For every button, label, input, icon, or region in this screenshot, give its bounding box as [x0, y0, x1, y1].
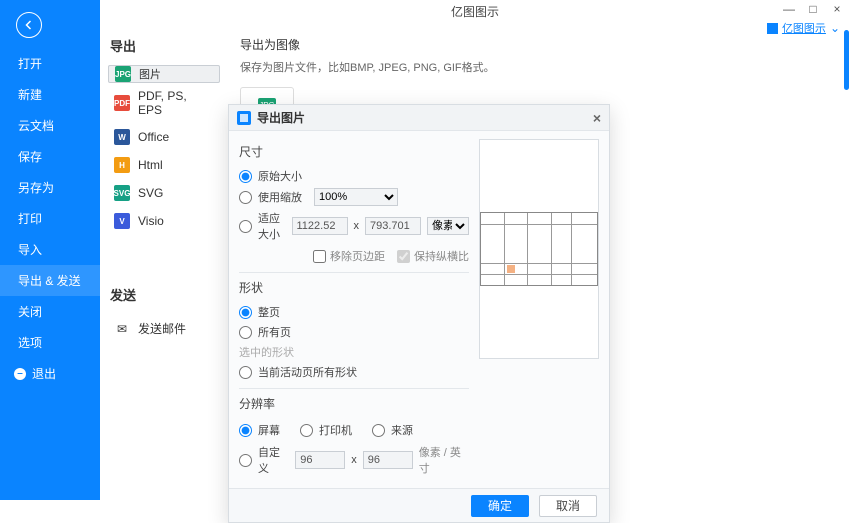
logout-icon: –: [14, 368, 26, 380]
res-unit-label: 像素 / 英寸: [419, 444, 469, 476]
format-item-0[interactable]: JPG 图片: [108, 65, 220, 83]
sidebar-item-6[interactable]: 导入: [0, 234, 100, 265]
scrollbar-indicator[interactable]: [844, 30, 849, 90]
res-source-radio[interactable]: 来源: [372, 420, 413, 440]
dialog-title: 导出图片: [257, 109, 305, 126]
shape-full-label: 整页: [258, 304, 280, 320]
res-source-label: 来源: [391, 422, 413, 438]
size-fit-label: 适应大小: [258, 210, 286, 242]
sidebar: 打开新建云文档保存另存为打印导入导出 & 发送关闭选项 – 退出: [0, 0, 100, 500]
format-item-2[interactable]: W Office: [108, 123, 220, 151]
sidebar-item-1[interactable]: 新建: [0, 79, 100, 110]
format-item-1[interactable]: PDF PDF, PS, EPS: [108, 83, 220, 123]
format-icon: W: [114, 129, 130, 145]
size-section-head: 尺寸: [239, 143, 469, 160]
format-item-4[interactable]: SVG SVG: [108, 179, 220, 207]
preview-thumbnail: [480, 212, 598, 286]
shape-section-head: 形状: [239, 279, 469, 296]
sidebar-item-9[interactable]: 选项: [0, 327, 100, 358]
ok-button[interactable]: 确定: [471, 495, 529, 517]
resolution-section-head: 分辨率: [239, 395, 469, 412]
width-input[interactable]: [292, 217, 348, 235]
format-label: PDF, PS, EPS: [138, 89, 214, 117]
export-image-dialog: 导出图片 × 尺寸 原始大小 使用缩放 100% 适应大小 x 像素 移除页边距…: [228, 104, 610, 523]
x-separator-2: x: [351, 454, 357, 466]
res-printer-radio[interactable]: 打印机: [300, 420, 352, 440]
format-label: 图片: [139, 66, 161, 82]
sidebar-item-7[interactable]: 导出 & 发送: [0, 265, 100, 296]
sidebar-item-0[interactable]: 打开: [0, 48, 100, 79]
format-label: Visio: [138, 214, 164, 228]
export-as-image-head: 导出为图像: [240, 36, 840, 53]
shape-all-radio[interactable]: 所有页: [239, 322, 469, 342]
mail-icon: ✉: [114, 322, 130, 336]
format-icon: JPG: [115, 66, 131, 82]
format-label: SVG: [138, 186, 163, 200]
window-max[interactable]: □: [806, 2, 820, 16]
preview-pane: [479, 139, 599, 359]
res-y-input[interactable]: [363, 451, 413, 469]
cancel-button[interactable]: 取消: [539, 495, 597, 517]
x-separator: x: [354, 220, 360, 232]
sidebar-item-3[interactable]: 保存: [0, 141, 100, 172]
format-icon: H: [114, 157, 130, 173]
height-input[interactable]: [365, 217, 421, 235]
res-x-input[interactable]: [295, 451, 345, 469]
size-zoom-label: 使用缩放: [258, 189, 302, 205]
shape-active-radio[interactable]: 当前活动页所有形状: [239, 362, 469, 382]
format-icon: SVG: [114, 185, 130, 201]
format-item-5[interactable]: V Visio: [108, 207, 220, 235]
keep-ratio-label: 保持纵横比: [414, 248, 469, 264]
format-label: Html: [138, 158, 163, 172]
size-original-label: 原始大小: [258, 168, 302, 184]
res-screen-label: 屏幕: [258, 422, 280, 438]
format-icon: PDF: [114, 95, 130, 111]
trim-margin-checkbox[interactable]: [313, 250, 326, 263]
sidebar-item-8[interactable]: 关闭: [0, 296, 100, 327]
size-original-radio[interactable]: 原始大小: [239, 166, 469, 186]
sidebar-logout-label: 退出: [32, 365, 56, 382]
export-desc: 保存为图片文件，比如BMP, JPEG, PNG, GIF格式。: [240, 59, 840, 75]
sidebar-item-5[interactable]: 打印: [0, 203, 100, 234]
shape-all-label: 所有页: [258, 324, 291, 340]
size-zoom-radio[interactable]: 使用缩放 100%: [239, 186, 469, 208]
format-icon: V: [114, 213, 130, 229]
shape-active-label: 当前活动页所有形状: [258, 364, 357, 380]
res-printer-label: 打印机: [319, 422, 352, 438]
shape-selected-disabled: 选中的形状: [239, 342, 469, 362]
send-mail-item[interactable]: ✉ 发送邮件: [108, 314, 220, 343]
size-unit-select[interactable]: 像素: [427, 217, 469, 235]
sidebar-item-2[interactable]: 云文档: [0, 110, 100, 141]
trim-margin-label: 移除页边距: [330, 248, 385, 264]
dialog-close-button[interactable]: ×: [593, 110, 601, 126]
sidebar-logout[interactable]: – 退出: [0, 358, 100, 389]
window-close[interactable]: ×: [830, 2, 844, 16]
send-mail-label: 发送邮件: [138, 320, 186, 337]
size-fit-radio[interactable]: [239, 220, 252, 233]
window-min[interactable]: —: [782, 2, 796, 16]
res-screen-radio[interactable]: 屏幕: [239, 420, 280, 440]
dialog-icon: [237, 111, 251, 125]
shape-full-radio[interactable]: 整页: [239, 302, 469, 322]
res-custom-label: 自定义: [258, 444, 289, 476]
keep-ratio-checkbox: [397, 250, 410, 263]
back-button[interactable]: [16, 12, 42, 38]
format-label: Office: [138, 130, 169, 144]
zoom-select[interactable]: 100%: [314, 188, 398, 206]
export-section-head: 导出: [110, 36, 220, 55]
app-title: 亿图图示: [451, 3, 499, 20]
send-section-head: 发送: [110, 285, 220, 304]
format-item-3[interactable]: H Html: [108, 151, 220, 179]
res-custom-radio[interactable]: [239, 454, 252, 467]
sidebar-item-4[interactable]: 另存为: [0, 172, 100, 203]
